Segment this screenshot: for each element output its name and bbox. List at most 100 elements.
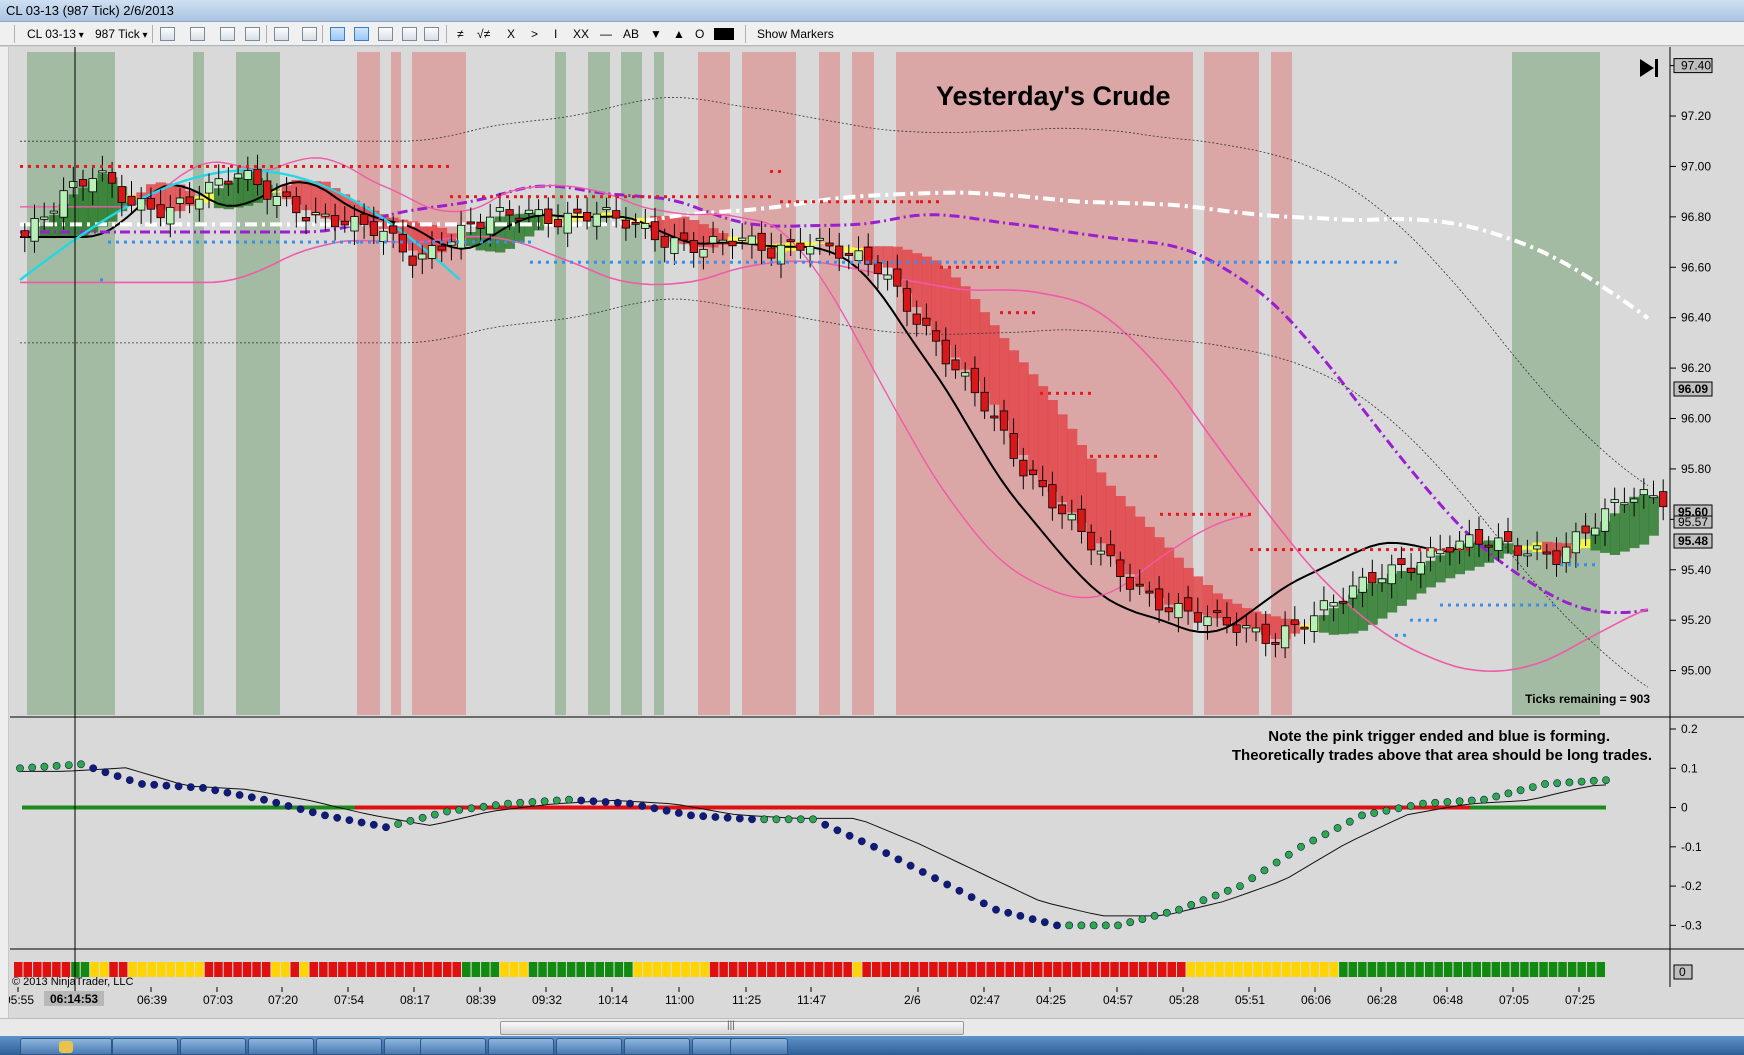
draw-tool-gt[interactable]: > xyxy=(528,25,541,43)
taskbar-button[interactable] xyxy=(20,1038,112,1055)
oscillator-dot xyxy=(101,768,110,777)
blue-trigger-dot xyxy=(308,240,311,244)
scrollbar-thumb[interactable]: ||| xyxy=(500,1020,964,1035)
interval-selector[interactable]: 987 Tick xyxy=(92,25,151,43)
trend-bar-cell xyxy=(1539,962,1548,977)
drawing-tools-strip[interactable] xyxy=(0,47,9,1027)
trend-bar-cell xyxy=(80,962,90,977)
color-swatch[interactable] xyxy=(714,28,734,40)
trend-bar-cell xyxy=(290,962,299,977)
red-trigger-dot xyxy=(1354,548,1357,552)
taskbar-button[interactable] xyxy=(180,1038,246,1055)
taskbar-button[interactable] xyxy=(556,1038,622,1055)
draw-tool-not-equal[interactable]: ≠ xyxy=(454,25,467,43)
draw-tool-down[interactable]: ▼ xyxy=(647,25,665,43)
trend-bar-cell xyxy=(1148,962,1157,977)
blue-trigger-dot xyxy=(1226,260,1229,264)
oscillator-dot xyxy=(1248,874,1257,883)
trend-bar-cell xyxy=(547,962,557,977)
red-trigger-dot xyxy=(728,195,731,199)
candle-body xyxy=(408,255,417,266)
copy-icon[interactable] xyxy=(402,27,417,41)
show-markers-button[interactable]: Show Markers xyxy=(754,25,837,43)
oscillator-dot xyxy=(394,820,403,828)
eraser-icon[interactable] xyxy=(245,27,260,41)
folder-icon xyxy=(59,1041,73,1053)
oscillator-dot xyxy=(528,798,537,806)
red-trigger-dot xyxy=(60,164,63,168)
trend-bar-cell xyxy=(500,962,509,977)
chart-style-icon[interactable] xyxy=(160,27,175,41)
grip-icon: ||| xyxy=(727,1020,735,1031)
taskbar-button[interactable] xyxy=(420,1038,486,1055)
taskbar-button[interactable] xyxy=(488,1038,554,1055)
red-trigger-dot xyxy=(466,195,469,199)
properties-icon[interactable] xyxy=(330,27,345,41)
draw-tool-sqrt[interactable]: √≠ xyxy=(474,25,493,43)
trend-bar-cell xyxy=(719,962,728,977)
instrument-selector[interactable]: CL 03-13 xyxy=(24,25,87,43)
candle-body xyxy=(728,240,737,247)
candle-body xyxy=(961,372,970,377)
draw-tool-ab[interactable]: AB xyxy=(620,25,642,43)
pin-icon[interactable] xyxy=(220,27,235,41)
taskbar-button[interactable] xyxy=(112,1038,178,1055)
trend-bar-cell xyxy=(414,962,423,977)
candle-body xyxy=(495,207,505,212)
draw-tool-xx[interactable]: XX xyxy=(570,25,592,43)
taskbar-button[interactable] xyxy=(624,1038,690,1055)
blue-trigger-dot xyxy=(690,260,693,264)
draw-tool-i[interactable]: I xyxy=(551,25,560,43)
candle-body xyxy=(1232,624,1241,633)
blue-trigger-dot xyxy=(1394,260,1397,264)
data-box-icon[interactable] xyxy=(424,27,439,41)
draw-tool-up[interactable]: ▲ xyxy=(670,25,688,43)
blue-trigger-dot xyxy=(858,260,861,264)
zoom-icon[interactable] xyxy=(302,27,317,41)
red-trigger-dot xyxy=(1224,512,1227,516)
oscillator-dot xyxy=(321,811,329,820)
osc-label: 0.1 xyxy=(1681,761,1698,775)
red-trigger-dot xyxy=(1450,548,1453,552)
draw-tool-x[interactable]: X xyxy=(504,25,518,43)
taskbar-button[interactable] xyxy=(248,1038,314,1055)
candle-body xyxy=(602,207,611,211)
candle-body xyxy=(1242,625,1251,629)
draw-tool-o[interactable]: O xyxy=(692,25,707,43)
red-trigger-dot xyxy=(286,164,289,168)
blue-trigger-dot xyxy=(746,260,749,264)
crosshair-icon[interactable] xyxy=(274,27,289,41)
taskbar-button[interactable] xyxy=(316,1038,382,1055)
candle-body xyxy=(718,239,727,243)
blue-trigger-dot xyxy=(1418,618,1421,622)
horizontal-scrollbar[interactable]: ||| xyxy=(0,1018,1744,1036)
oscillator-dot xyxy=(1431,798,1440,807)
red-trigger-dot xyxy=(238,164,241,168)
red-trigger-dot xyxy=(576,195,579,199)
strategies-icon[interactable] xyxy=(378,27,393,41)
time-label: 07:03 xyxy=(203,993,233,1007)
blue-trigger-dot xyxy=(722,260,725,264)
candle-body xyxy=(1164,607,1173,613)
trend-bar-cell xyxy=(433,962,442,977)
chart-area[interactable]: 97.40 97.20 97.00 96.80 96.60 96.40 96.20 96.00… xyxy=(0,47,1744,1027)
candle-body xyxy=(427,245,437,259)
red-trigger-dot xyxy=(844,200,847,204)
red-trigger-dot xyxy=(1418,548,1421,552)
trend-bar-cell xyxy=(1472,962,1481,977)
red-trigger-dot xyxy=(326,164,329,168)
trend-bar-cell xyxy=(662,962,671,977)
draw-tool-line[interactable]: — xyxy=(597,25,615,43)
red-trigger-dot xyxy=(342,164,345,168)
blue-trigger-dot xyxy=(594,260,597,264)
red-trigger-dot xyxy=(430,164,433,168)
candle-body xyxy=(1067,513,1076,521)
trend-bar-cell xyxy=(652,962,662,977)
pencil-draw-icon[interactable] xyxy=(190,27,205,41)
taskbar-button[interactable] xyxy=(730,1038,788,1055)
indicators-icon[interactable] xyxy=(354,27,369,41)
red-trigger-dot xyxy=(948,265,951,269)
time-label: 08:17 xyxy=(400,993,430,1007)
candle-body xyxy=(825,242,834,247)
bullish-band xyxy=(588,52,610,715)
